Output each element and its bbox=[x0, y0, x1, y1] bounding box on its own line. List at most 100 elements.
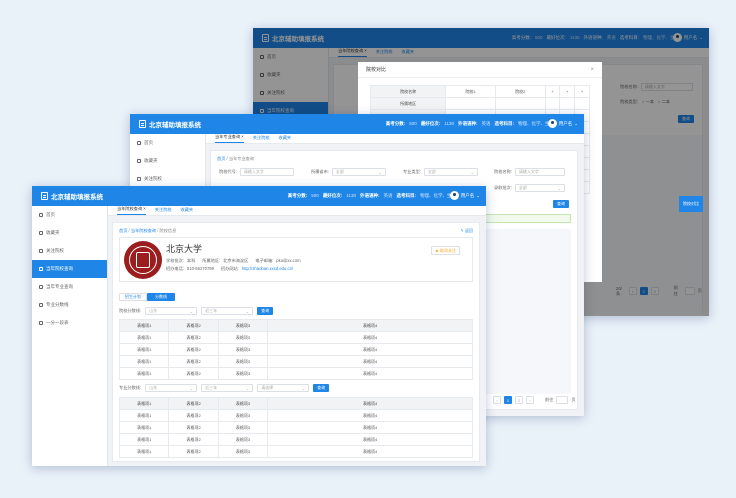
heart-icon bbox=[137, 177, 141, 181]
region-label: 所属地区: bbox=[202, 258, 221, 263]
code-input[interactable]: 请输入文字 bbox=[239, 168, 294, 176]
school-name: 北京大学 bbox=[166, 244, 203, 254]
add-school-button[interactable]: + bbox=[559, 85, 576, 98]
compare-school-2: 院校2 bbox=[494, 85, 546, 98]
breadcrumb-home[interactable]: 首页 bbox=[119, 228, 127, 233]
search-button[interactable]: 查询 bbox=[553, 200, 569, 208]
unfollow-button[interactable]: ★ 取消关注 bbox=[430, 246, 460, 255]
tab-enroll-plan[interactable]: 招生计划 bbox=[119, 293, 147, 301]
sidebar-item-home[interactable]: 首页 bbox=[130, 134, 205, 152]
tab-followed[interactable]: 关注院校 bbox=[155, 207, 172, 215]
breadcrumb: 首页 / 当年院校查询 / 院校信息 bbox=[119, 228, 177, 233]
table-row: 表格项1 表格项2 表格项3 表格项4 bbox=[118, 343, 473, 356]
chevron-down-icon: ⌄ bbox=[245, 308, 250, 314]
chevron-down-icon: ⌄ bbox=[378, 169, 382, 175]
batch-label: 学校批次: bbox=[166, 258, 184, 263]
score-value: 500 bbox=[311, 193, 319, 198]
category-select[interactable]: 全部 ⌄ bbox=[423, 168, 478, 176]
chevron-down-icon: ⌄ bbox=[245, 385, 250, 391]
tab-followed[interactable]: 关注院校 bbox=[253, 135, 270, 143]
front-window: 北京辅助填报系统 高考分数: 500 最好位次: 1130 外语语种: 英语 选考科目… bbox=[32, 186, 486, 466]
major-select[interactable]: 请选择 ⌄ bbox=[257, 384, 310, 392]
sidebar-item-favorites[interactable]: 收藏夹 bbox=[32, 224, 107, 242]
sidebar-item-label: 专业分数线 bbox=[46, 302, 69, 307]
site-label: 招办网站: bbox=[220, 266, 239, 271]
book-icon bbox=[139, 120, 146, 128]
table-header: 表格项2 bbox=[168, 319, 219, 332]
prev-page-button[interactable]: ‹ bbox=[493, 396, 501, 404]
user-label: 用户名 bbox=[558, 120, 573, 126]
sidebar-item-favorites[interactable]: 收藏夹 bbox=[130, 152, 205, 170]
goto-input[interactable] bbox=[556, 396, 569, 404]
chevron-down-icon: ⌄ bbox=[470, 169, 474, 175]
year-select[interactable]: 近三年 ⌄ bbox=[201, 384, 254, 392]
home-icon bbox=[137, 141, 141, 145]
region-row-label: 所属地区 bbox=[369, 97, 447, 110]
user-menu[interactable]: 用户名 ⌄ bbox=[547, 119, 578, 128]
region-value: 北京市海淀区 bbox=[223, 258, 249, 263]
province-select[interactable]: 山东 ⌄ bbox=[145, 384, 198, 392]
chevron-down-icon: ⌄ bbox=[476, 192, 480, 198]
sidebar-item-score-table[interactable]: 一分一段表 bbox=[32, 314, 107, 332]
batch-select[interactable]: 全部 ⌄ bbox=[514, 184, 565, 192]
close-icon[interactable]: × bbox=[590, 67, 594, 73]
score-label: 高考分数: bbox=[385, 121, 406, 126]
sidebar-item-label: 首页 bbox=[144, 140, 153, 145]
subjects-label: 选考科目: bbox=[396, 193, 417, 198]
sidebar-item-major-query[interactable]: 当年专业查询 bbox=[32, 278, 107, 296]
next-page-button[interactable]: › bbox=[526, 396, 534, 404]
sidebar-item-followed[interactable]: 关注院校 bbox=[32, 242, 107, 260]
table-header: 表格项3 bbox=[217, 397, 269, 410]
page-2[interactable]: 2 bbox=[515, 396, 523, 404]
major-score-label: 专业分数线: bbox=[119, 385, 142, 390]
search-icon bbox=[39, 267, 43, 271]
sidebar-item-school-query[interactable]: 当年院校查询 bbox=[32, 260, 107, 278]
query-button[interactable]: 查询 bbox=[313, 384, 330, 392]
tab-score-line[interactable]: 分数线 bbox=[147, 293, 175, 301]
book-icon bbox=[41, 192, 48, 200]
table-row: 表格项1 表格项2 表格项3 表格项4 bbox=[118, 433, 473, 446]
tab-major-query[interactable]: 当年专业查询 × bbox=[215, 134, 244, 143]
sidebar-item-home[interactable]: 首页 bbox=[32, 206, 107, 224]
province-select[interactable]: 全部 ⌄ bbox=[331, 168, 386, 176]
name-label: 院校名称: bbox=[494, 169, 512, 174]
compare-header: 院校名称 bbox=[369, 85, 447, 98]
tab-school-query[interactable]: 当年院校查询 × bbox=[117, 206, 146, 215]
table-row: 表格项1 表格项2 表格项3 表格项4 bbox=[118, 409, 473, 422]
user-label: 用户名 bbox=[460, 192, 475, 198]
breadcrumb-parent[interactable]: 当年院校查询 bbox=[131, 228, 156, 233]
table-header: 表格项3 bbox=[217, 319, 269, 332]
home-icon bbox=[39, 213, 43, 217]
sidebar-item-label: 收藏夹 bbox=[144, 158, 158, 163]
sidebar-item-major-scores[interactable]: 专业分数线 bbox=[32, 296, 107, 314]
table-header: 表格项2 bbox=[168, 397, 219, 410]
breadcrumb: 首页 / 当年专业查询 bbox=[217, 156, 255, 161]
tab-favorites[interactable]: 收藏夹 bbox=[181, 207, 194, 215]
page-1[interactable]: 1 bbox=[504, 396, 512, 404]
compare-floating-button[interactable]: 院校对比 bbox=[679, 196, 703, 212]
name-input[interactable]: 请输入文字 bbox=[514, 168, 565, 176]
avatar bbox=[547, 119, 557, 128]
site-link[interactable]: http://zhaoban.xxxd.edu.cn/ bbox=[242, 266, 293, 272]
score-label: 高考分数: bbox=[287, 193, 308, 198]
province-select[interactable]: 山东 ⌄ bbox=[145, 307, 198, 315]
table-header: 表格项1 bbox=[118, 319, 170, 332]
rank-label: 最好位次: bbox=[420, 121, 441, 126]
query-button[interactable]: 查询 bbox=[257, 307, 274, 315]
header-stats: 高考分数: 500 最好位次: 1130 外语语种: 英语 选考科目: 物理、化学、生物 bbox=[386, 121, 554, 127]
year-select[interactable]: 近三年 ⌄ bbox=[201, 307, 254, 315]
back-link[interactable]: ↰ 返回 bbox=[461, 228, 473, 234]
school-score-label: 院校分数线: bbox=[119, 308, 142, 313]
school-score-table-wrap: 表格项1 表格项2 表格项3 表格项4 表格项1 表格项2 表格项3 表格项4 表格项… bbox=[118, 319, 473, 380]
table-row: 表格项1 表格项2 表格项3 表格项4 bbox=[118, 331, 473, 344]
star-icon bbox=[137, 159, 141, 163]
breadcrumb-home[interactable]: 首页 bbox=[217, 156, 225, 161]
add-school-button[interactable]: + bbox=[544, 85, 561, 98]
chevron-down-icon: ⌄ bbox=[189, 385, 194, 391]
batch-label: 录取批次: bbox=[494, 185, 512, 190]
tab-favorites[interactable]: 收藏夹 bbox=[279, 135, 292, 143]
app-title: 北京辅助填报系统 bbox=[51, 194, 103, 201]
modal-title: 院校对比 bbox=[366, 67, 387, 73]
user-menu[interactable]: 用户名 ⌄ bbox=[449, 191, 480, 200]
add-school-button[interactable]: + bbox=[574, 85, 590, 98]
